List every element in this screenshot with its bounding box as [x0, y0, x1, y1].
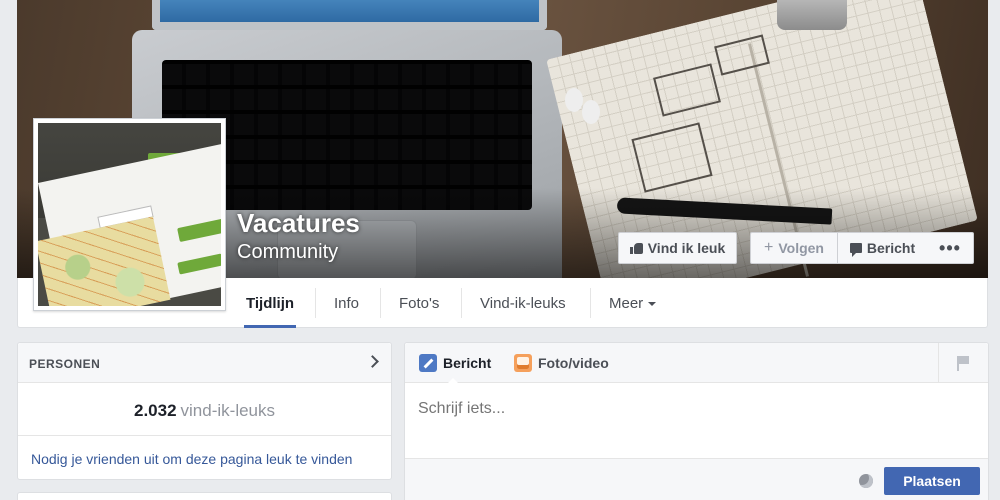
tab-info-label: Info: [334, 294, 360, 312]
message-button-label: Bericht: [866, 240, 916, 256]
composer-tab-photo-label: Foto/video: [538, 355, 609, 371]
invite-friends-link[interactable]: Nodig je vrienden uit om deze pagina leu…: [31, 451, 352, 467]
tab-divider: [461, 288, 462, 318]
divider: [18, 435, 391, 436]
profile-picture[interactable]: [33, 118, 226, 311]
tab-timeline-label: Tijdlijn: [246, 294, 295, 312]
flag-icon: [957, 356, 969, 371]
profile-picture-image: [38, 123, 221, 306]
plus-icon: +: [764, 239, 774, 256]
tab-divider: [380, 288, 381, 318]
message-button[interactable]: Bericht: [838, 232, 928, 264]
page-title[interactable]: Vacatures: [237, 208, 360, 239]
photo-icon: [514, 354, 532, 372]
people-card: PERSONEN 2.032 vind-ik-leuks Nodig je vri…: [17, 342, 392, 480]
people-card-header[interactable]: PERSONEN: [18, 343, 391, 383]
globe-icon[interactable]: [859, 474, 873, 488]
composer-tab-post-label: Bericht: [443, 355, 492, 371]
composer-header: Bericht Foto/video: [405, 343, 988, 384]
composer-footer: Plaatsen: [405, 458, 988, 500]
likes-count: 2.032: [133, 401, 177, 420]
composer-tab-post[interactable]: Bericht: [419, 343, 492, 384]
follow-button-label: Volgen: [778, 240, 824, 256]
likes-label: vind-ik-leuks: [180, 401, 276, 420]
like-button[interactable]: Vind ik leuk: [618, 232, 737, 264]
cover-earbud: [565, 88, 583, 112]
chevron-right-icon[interactable]: [366, 355, 379, 368]
follow-button[interactable]: + Volgen: [750, 232, 838, 264]
composer-input[interactable]: [418, 400, 958, 418]
cover-camera: [777, 0, 847, 30]
tab-more[interactable]: Meer: [609, 278, 657, 328]
report-flag-button[interactable]: [938, 343, 988, 383]
more-options-icon: •••: [939, 237, 961, 258]
tab-timeline[interactable]: Tijdlijn: [243, 278, 297, 328]
composer-tab-photo-video[interactable]: Foto/video: [514, 343, 609, 383]
more-options-button[interactable]: •••: [927, 232, 974, 264]
tab-divider: [590, 288, 591, 318]
message-bubble-icon: [849, 243, 862, 257]
pencil-icon: [419, 354, 437, 372]
post-button[interactable]: Plaatsen: [884, 467, 980, 495]
cover-earbud: [582, 100, 600, 124]
like-button-label: Vind ik leuk: [647, 240, 726, 256]
tab-more-label: Meer: [609, 294, 644, 312]
cover-laptop-screen: [152, 0, 547, 30]
next-card: [17, 492, 392, 500]
tab-divider: [315, 288, 316, 318]
tab-photos-label: Foto's: [399, 294, 440, 312]
tab-photos[interactable]: Foto's: [399, 278, 439, 328]
tab-info[interactable]: Info: [334, 278, 359, 328]
page-category[interactable]: Community: [237, 241, 338, 264]
tab-likes[interactable]: Vind-ik-leuks: [480, 278, 566, 328]
caret-down-icon: [648, 302, 657, 306]
people-card-title: PERSONEN: [29, 357, 101, 371]
thumbs-up-icon: [629, 242, 643, 254]
likes-summary: 2.032 vind-ik-leuks: [18, 401, 391, 421]
post-composer: Bericht Foto/video Plaatsen: [404, 342, 989, 500]
tab-likes-label: Vind-ik-leuks: [480, 294, 566, 312]
